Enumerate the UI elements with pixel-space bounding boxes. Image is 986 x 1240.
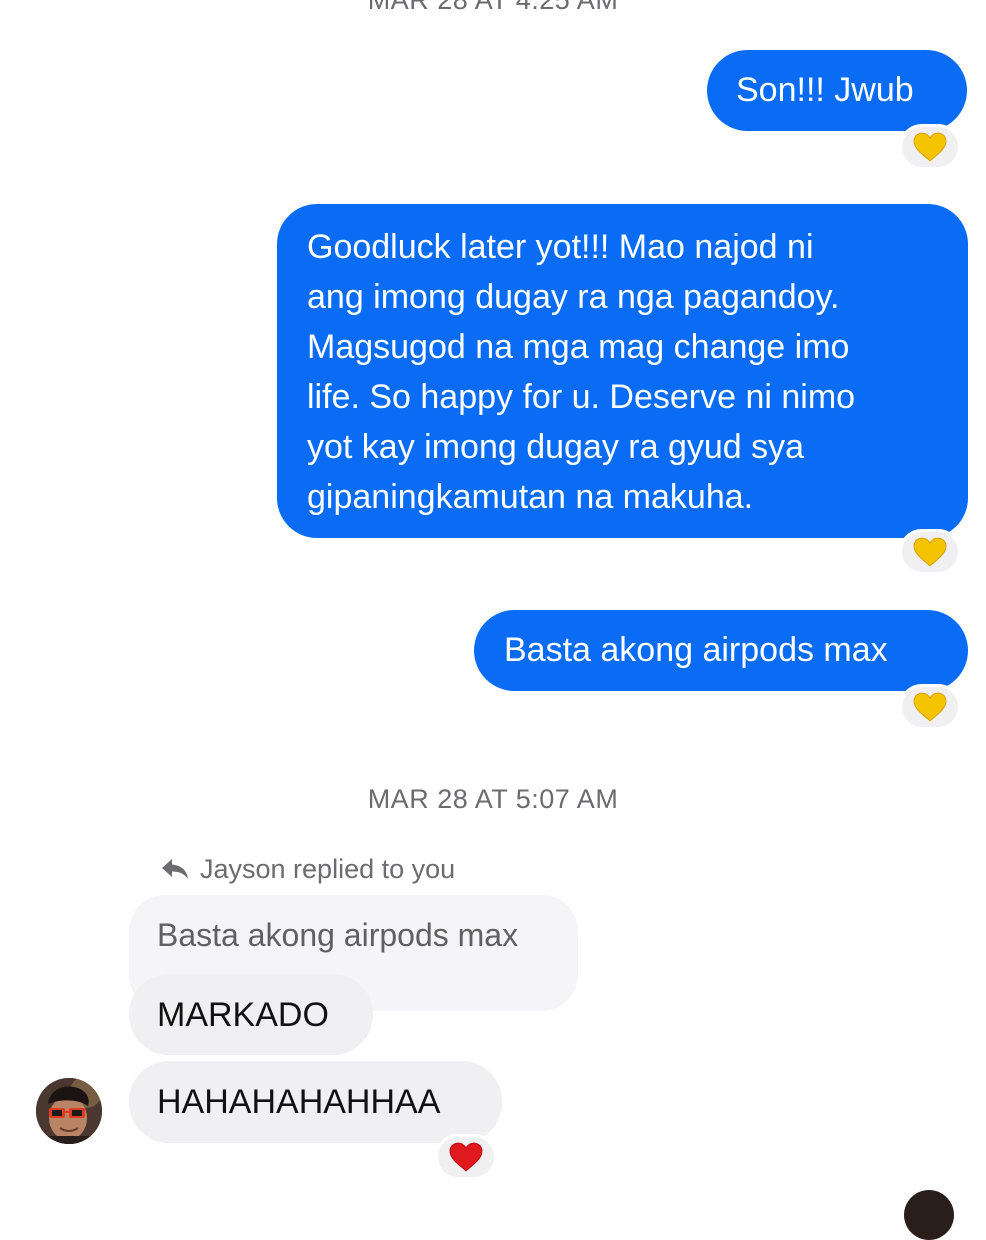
quoted-text: Basta akong airpods max <box>157 917 519 953</box>
yellow-heart-icon <box>913 132 947 162</box>
message-text: MARKADO <box>157 996 329 1034</box>
message-text: Son!!! Jwub <box>736 71 914 109</box>
message-line: life. So happy for u. Deserve ni nimo <box>307 378 856 416</box>
timestamp-top: MAR 28 AT 4:25 AM <box>367 0 619 15</box>
message-line: Magsugod na mga mag change imo <box>307 328 850 366</box>
reaction-yellow-heart-3[interactable] <box>899 684 961 730</box>
incoming-message-1[interactable]: MARKADO <box>129 974 373 1055</box>
message-line: ang imong dugay ra nga pagandoy. <box>307 278 840 316</box>
reply-label-text: Jayson replied to you <box>200 853 456 884</box>
reaction-yellow-heart-2[interactable] <box>899 529 961 575</box>
outgoing-message-2[interactable]: Goodluck later yot!!! Mao najod ni ang i… <box>277 204 968 538</box>
timestamp-second: MAR 28 AT 5:07 AM <box>367 784 619 814</box>
read-receipt-avatar <box>904 1190 954 1240</box>
message-text: HAHAHAHAHHAA <box>157 1083 441 1121</box>
message-text: Basta akong airpods max <box>504 631 888 669</box>
yellow-heart-icon <box>913 692 947 722</box>
message-line: gipaningkamutan na makuha. <box>307 478 754 516</box>
red-heart-icon <box>449 1142 483 1172</box>
reaction-yellow-heart-1[interactable] <box>899 124 961 170</box>
avatar[interactable] <box>36 1078 102 1144</box>
yellow-heart-icon <box>913 537 947 567</box>
reply-arrow-icon <box>162 859 188 879</box>
incoming-message-2[interactable]: HAHAHAHAHHAA <box>129 1061 502 1143</box>
outgoing-message-1[interactable]: Son!!! Jwub <box>707 50 967 131</box>
reply-indicator: Jayson replied to you <box>160 852 455 886</box>
message-line: yot kay imong dugay ra gyud sya <box>307 428 805 466</box>
outgoing-message-3[interactable]: Basta akong airpods max <box>474 610 968 691</box>
message-line: Goodluck later yot!!! Mao najod ni <box>307 228 814 266</box>
reaction-red-heart[interactable] <box>435 1134 497 1180</box>
avatar-image <box>36 1078 102 1144</box>
